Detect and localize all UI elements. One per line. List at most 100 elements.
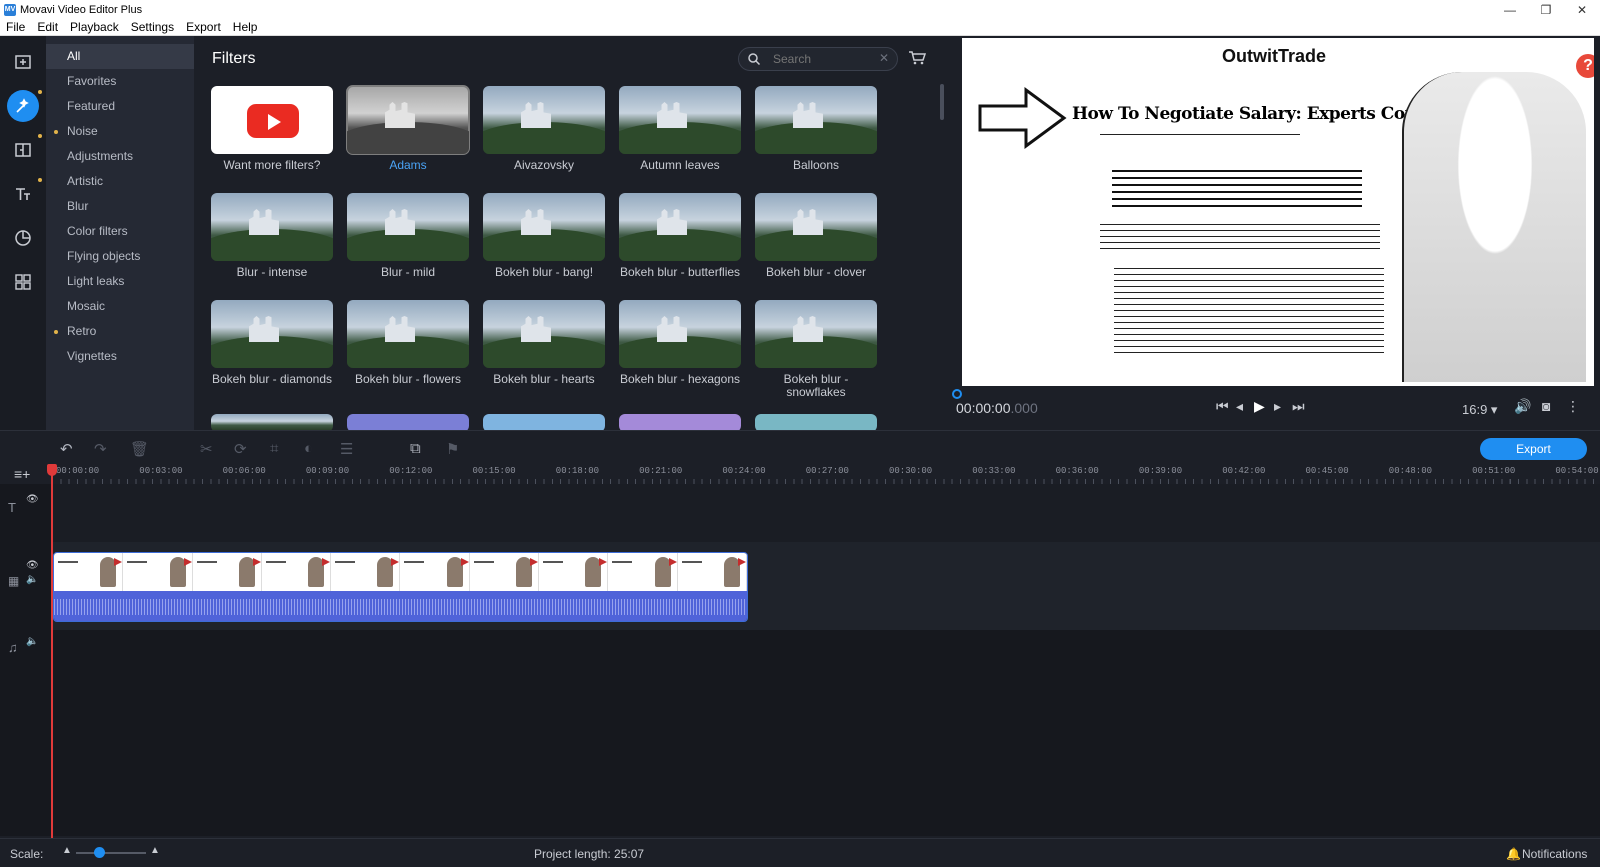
category-item[interactable]: Flying objects (46, 244, 194, 269)
category-item[interactable]: Retro (46, 319, 194, 344)
transitions-icon[interactable] (7, 134, 39, 166)
store-cart-icon[interactable] (908, 50, 926, 66)
undo-icon[interactable]: ↶ (60, 440, 73, 458)
filter-tile[interactable]: Bokeh blur - hearts (483, 300, 605, 386)
filter-thumbnail[interactable] (483, 86, 605, 154)
filter-tile[interactable]: Autumn leaves (619, 86, 741, 172)
category-item[interactable]: Mosaic (46, 294, 194, 319)
help-icon[interactable]: ? (1576, 54, 1594, 78)
filter-thumbnail[interactable] (619, 300, 741, 368)
volume-icon[interactable]: 🔊 (1514, 398, 1531, 415)
delete-icon[interactable]: 🗑 (130, 440, 149, 458)
filter-thumbnail[interactable] (483, 193, 605, 261)
export-button[interactable]: Export (1480, 438, 1587, 460)
filter-thumb-partial[interactable] (755, 414, 877, 430)
filter-thumbnail[interactable] (755, 300, 877, 368)
restore-button[interactable]: ❐ (1528, 3, 1564, 17)
category-item[interactable]: Vignettes (46, 344, 194, 369)
music-mute-icon[interactable]: 🔈 (26, 636, 38, 647)
clip-properties-icon[interactable]: ☰ (340, 440, 353, 458)
filter-tile[interactable]: Bokeh blur - butterflies (619, 193, 741, 279)
filter-thumbnail[interactable] (347, 193, 469, 261)
category-item[interactable]: Favorites (46, 69, 194, 94)
overlay-icon[interactable]: ⧉ (410, 440, 421, 457)
filter-tile[interactable]: Adams (346, 85, 470, 172)
filter-thumbnail[interactable] (755, 86, 877, 154)
video-clip[interactable] (53, 552, 748, 622)
category-item[interactable]: Featured (46, 94, 194, 119)
title-track[interactable] (52, 484, 1600, 542)
menu-file[interactable]: File (0, 20, 31, 34)
step-back-icon[interactable]: ◂ (1236, 398, 1243, 415)
skip-end-icon[interactable]: ⏭ (1292, 398, 1305, 415)
aspect-ratio-select[interactable]: 16:9 ▾ (1462, 402, 1497, 418)
snapshot-icon[interactable]: ◙ (1542, 398, 1550, 414)
import-icon[interactable] (7, 46, 39, 78)
filter-tile[interactable]: Bokeh blur - diamonds (211, 300, 333, 386)
marker-icon[interactable]: ⚑ (446, 440, 459, 458)
search-input[interactable] (773, 51, 873, 67)
color-adjust-icon[interactable]: ◐ (304, 440, 313, 457)
more-tools-icon[interactable] (7, 266, 39, 298)
zoom-out-icon[interactable]: ▲ (62, 845, 72, 856)
seek-handle[interactable] (952, 389, 962, 399)
filter-tile[interactable]: Bokeh blur - flowers (347, 300, 469, 386)
menu-export[interactable]: Export (180, 20, 227, 34)
filter-tile[interactable]: Bokeh blur - clover (755, 193, 877, 279)
filter-tile[interactable]: Blur - mild (347, 193, 469, 279)
filter-thumbnail[interactable] (347, 300, 469, 368)
crop-icon[interactable]: ⌗ (270, 440, 278, 457)
menu-playback[interactable]: Playback (64, 20, 125, 34)
minimize-button[interactable]: — (1492, 3, 1528, 17)
filter-tile[interactable]: Bokeh blur - hexagons (619, 300, 741, 386)
stickers-icon[interactable] (7, 222, 39, 254)
preview-canvas[interactable]: OutwitTrade How To Negotiate Salary: Exp… (962, 38, 1594, 386)
play-icon[interactable]: ▶ (1254, 398, 1265, 415)
filter-thumbnail[interactable] (211, 300, 333, 368)
filter-tile[interactable]: Want more filters? (211, 86, 333, 172)
more-options-icon[interactable]: ⋮ (1566, 398, 1580, 415)
filter-tile[interactable]: Bokeh blur - bang! (483, 193, 605, 279)
cut-icon[interactable]: ✂ (200, 440, 213, 458)
title-visibility-icon[interactable]: 👁 (26, 494, 39, 505)
redo-icon[interactable]: ↷ (94, 440, 107, 458)
filter-tile[interactable]: Bokeh blur - snowflakes (755, 300, 877, 399)
filter-thumbnail[interactable] (346, 85, 470, 155)
video-visibility-icon[interactable]: 👁 (26, 560, 39, 571)
filter-tile[interactable]: Blur - intense (211, 193, 333, 279)
add-track-icon[interactable]: ≡+ (14, 466, 30, 482)
rotate-icon[interactable]: ⟳ (234, 440, 247, 458)
category-item[interactable]: All (46, 44, 194, 69)
notifications-link[interactable]: Notifications (1522, 847, 1587, 861)
scale-slider-knob[interactable] (94, 847, 105, 858)
menu-settings[interactable]: Settings (125, 20, 180, 34)
filter-thumb-partial[interactable] (211, 414, 333, 430)
step-forward-icon[interactable]: ▸ (1274, 398, 1281, 415)
menu-help[interactable]: Help (227, 20, 264, 34)
clear-search-icon[interactable]: ✕ (879, 51, 889, 65)
category-item[interactable]: Artistic (46, 169, 194, 194)
category-item[interactable]: Color filters (46, 219, 194, 244)
filter-tile[interactable]: Aivazovsky (483, 86, 605, 172)
scale-slider-track[interactable] (76, 852, 146, 854)
filter-thumbnail[interactable] (619, 193, 741, 261)
filter-thumb-partial[interactable] (483, 414, 605, 430)
skip-start-icon[interactable]: ⏮ (1216, 398, 1229, 415)
filters-icon[interactable] (7, 90, 39, 122)
filter-thumbnail[interactable] (211, 193, 333, 261)
category-item[interactable]: Adjustments (46, 144, 194, 169)
filter-thumbnail[interactable] (619, 86, 741, 154)
filter-thumbnail[interactable] (483, 300, 605, 368)
close-button[interactable]: ✕ (1564, 3, 1600, 17)
category-item[interactable]: Noise (46, 119, 194, 144)
zoom-in-icon[interactable]: ▲ (150, 845, 160, 856)
menu-edit[interactable]: Edit (31, 20, 64, 34)
filter-tile[interactable]: Balloons (755, 86, 877, 172)
filter-thumbnail[interactable] (211, 86, 333, 154)
timeline-ruler[interactable]: 00:00:00 00:03:00 00:06:00 00:09:00 00:12:00… (0, 464, 1600, 484)
filter-thumb-partial[interactable] (347, 414, 469, 430)
video-mute-icon[interactable]: 🔈 (26, 574, 38, 585)
category-item[interactable]: Blur (46, 194, 194, 219)
titles-icon[interactable] (7, 178, 39, 210)
filter-thumbnail[interactable] (755, 193, 877, 261)
